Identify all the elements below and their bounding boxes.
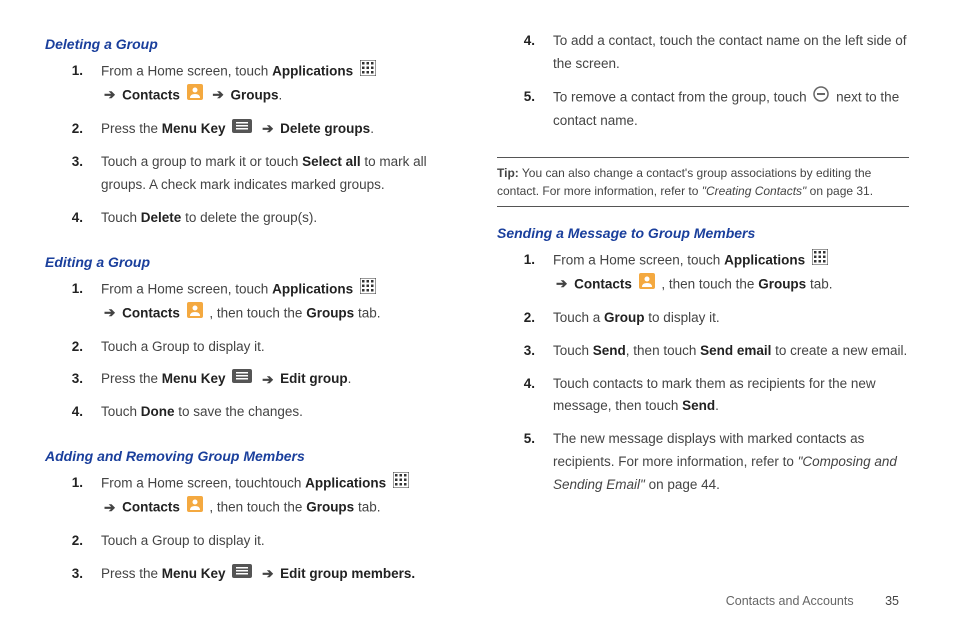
- tip-label: Tip:: [497, 166, 519, 180]
- tip-box: Tip: You can also change a contact's gro…: [497, 157, 909, 207]
- step-text: Touch a Group to display it.: [101, 336, 457, 359]
- step-text: Touch Delete to delete the group(s).: [101, 207, 457, 230]
- page-footer: Contacts and Accounts 35: [726, 594, 899, 608]
- applications-icon: [360, 60, 376, 84]
- applications-icon: [360, 278, 376, 302]
- right-column: 4. To add a contact, touch the contact n…: [497, 30, 909, 565]
- step-text: Touch a Group to display it.: [101, 530, 457, 553]
- remove-minus-icon: [813, 86, 829, 110]
- step-number: 5.: [497, 428, 553, 497]
- step-number: 2.: [45, 336, 101, 359]
- step-number: 1.: [497, 249, 553, 297]
- left-column: Deleting a Group 1. From a Home screen, …: [45, 30, 457, 565]
- step-text: Touch a Group to display it.: [553, 307, 909, 330]
- step-text: Press the Menu Key ➔ Delete groups.: [101, 118, 457, 141]
- applications-icon: [393, 472, 409, 496]
- contacts-icon: [639, 273, 655, 297]
- step-number: 3.: [45, 151, 101, 197]
- step-text: Touch Done to save the changes.: [101, 401, 457, 424]
- step-number: 1.: [45, 278, 101, 326]
- menu-key-icon: [232, 563, 252, 586]
- menu-key-icon: [232, 118, 252, 141]
- step-number: 1.: [45, 60, 101, 108]
- steps-editing-group: 1. From a Home screen, touch Application…: [45, 278, 457, 435]
- step-text: To add a contact, touch the contact name…: [553, 30, 909, 76]
- step-text: The new message displays with marked con…: [553, 428, 909, 497]
- step-number: 3.: [45, 563, 101, 586]
- step-number: 2.: [45, 530, 101, 553]
- step-number: 4.: [45, 401, 101, 424]
- step-number: 1.: [45, 472, 101, 520]
- step-text: Touch contacts to mark them as recipient…: [553, 373, 909, 419]
- heading-deleting-group: Deleting a Group: [45, 36, 457, 52]
- heading-sending-message: Sending a Message to Group Members: [497, 225, 909, 241]
- step-text: To remove a contact from the group, touc…: [553, 86, 909, 133]
- step-text: Touch a group to mark it or touch Select…: [101, 151, 457, 197]
- step-number: 5.: [497, 86, 553, 133]
- step-number: 4.: [497, 373, 553, 419]
- step-number: 3.: [45, 368, 101, 391]
- contacts-icon: [187, 84, 203, 108]
- step-text: From a Home screen, touchtouch Applicati…: [101, 472, 457, 520]
- steps-adding-removing: 1. From a Home screen, touchtouch Applic…: [45, 472, 457, 596]
- steps-sending-message: 1. From a Home screen, touch Application…: [497, 249, 909, 507]
- heading-adding-removing-members: Adding and Removing Group Members: [45, 448, 457, 464]
- page-number: 35: [885, 594, 899, 608]
- menu-key-icon: [232, 368, 252, 391]
- heading-editing-group: Editing a Group: [45, 254, 457, 270]
- step-number: 4.: [45, 207, 101, 230]
- step-number: 2.: [45, 118, 101, 141]
- contacts-icon: [187, 496, 203, 520]
- contacts-icon: [187, 302, 203, 326]
- applications-icon: [812, 249, 828, 273]
- step-number: 2.: [497, 307, 553, 330]
- steps-deleting-group: 1. From a Home screen, touch Application…: [45, 60, 457, 240]
- page-content: Deleting a Group 1. From a Home screen, …: [0, 0, 954, 580]
- step-text: From a Home screen, touch Applications ➔…: [101, 278, 457, 326]
- step-text: From a Home screen, touch Applications ➔…: [101, 60, 457, 108]
- step-number: 4.: [497, 30, 553, 76]
- step-text: From a Home screen, touch Applications ➔…: [553, 249, 909, 297]
- step-text: Press the Menu Key ➔ Edit group.: [101, 368, 457, 391]
- section-name: Contacts and Accounts: [726, 594, 854, 608]
- step-text: Touch Send, then touch Send email to cre…: [553, 340, 909, 363]
- step-text: Press the Menu Key ➔ Edit group members.: [101, 563, 457, 586]
- step-number: 3.: [497, 340, 553, 363]
- steps-continued: 4. To add a contact, touch the contact n…: [497, 30, 909, 143]
